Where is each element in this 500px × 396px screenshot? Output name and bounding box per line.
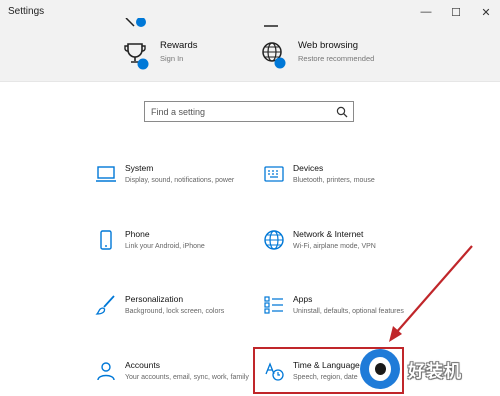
annotation-arrow — [389, 245, 473, 342]
watermark-text: 好装机 — [408, 361, 462, 381]
watermark: 好装机 — [360, 344, 496, 394]
watermark-eye-icon — [360, 349, 400, 389]
